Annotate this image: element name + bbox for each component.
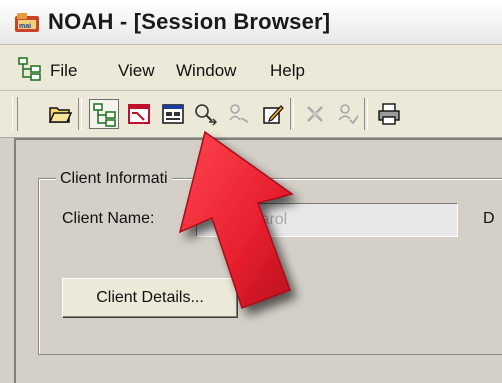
annotation-arrow-icon bbox=[178, 130, 294, 309]
